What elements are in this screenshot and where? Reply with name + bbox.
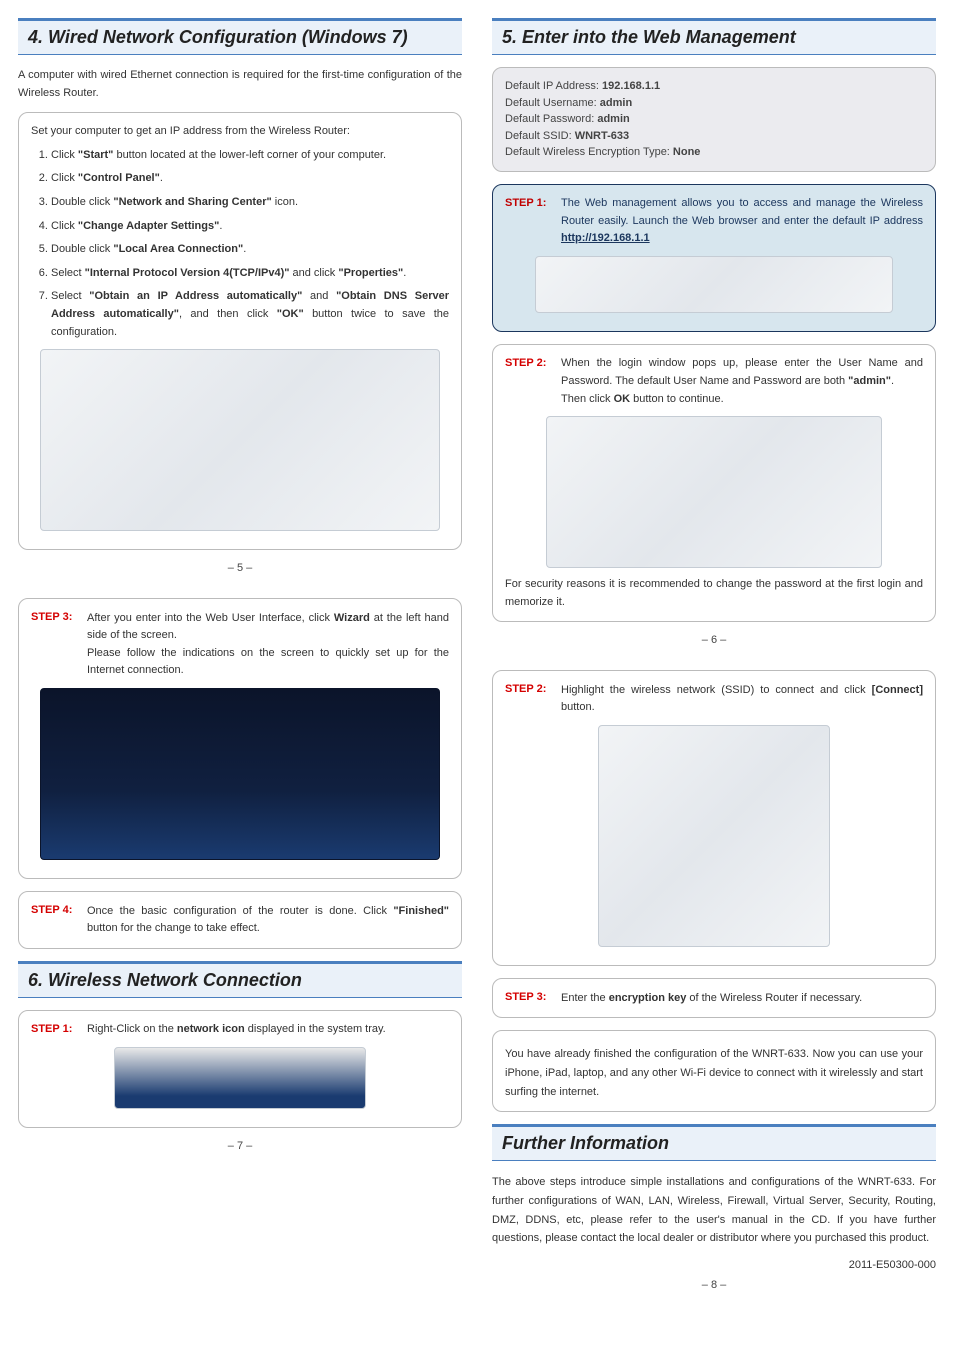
page-number-5: – 5 –	[18, 562, 462, 574]
security-note: For security reasons it is recommended t…	[505, 576, 923, 611]
page-number-7: – 7 –	[18, 1140, 462, 1152]
section-4-steps-box: Set your computer to get an IP address f…	[18, 112, 462, 550]
web-step-2-body: When the login window pops up, please en…	[505, 355, 923, 408]
section-5-heading: 5. Enter into the Web Management	[492, 18, 936, 55]
part-number: 2011-E50300-000	[492, 1259, 936, 1271]
step-4-body: Once the basic configuration of the rout…	[31, 903, 449, 938]
section-4-heading: 4. Wired Network Configuration (Windows …	[18, 18, 462, 55]
web-step-1-body: The Web management allows you to access …	[505, 195, 923, 248]
step-3-body: After you enter into the Web User Interf…	[31, 610, 449, 680]
web-step2-box: STEP 2: When the login window pops up, p…	[492, 344, 936, 623]
step-1: Click "Start" button located at the lowe…	[51, 147, 449, 165]
web-step-2-label: STEP 2:	[505, 357, 546, 369]
web-step-1-label: STEP 1:	[505, 197, 546, 209]
step-7: Select "Obtain an IP Address automatical…	[51, 288, 449, 341]
step-4-label: STEP 4:	[31, 904, 72, 916]
defaults-box: Default IP Address: 192.168.1.1 Default …	[492, 67, 936, 172]
wireless-step2-box: STEP 2: Highlight the wireless network (…	[492, 670, 936, 966]
wireless-step1-box: STEP 1: Right-Click on the network icon …	[18, 1010, 462, 1128]
step-2: Click "Control Panel".	[51, 170, 449, 188]
web-step3-box: STEP 3: After you enter into the Web Use…	[18, 598, 462, 879]
wireless-step-2-label: STEP 2:	[505, 683, 546, 695]
page-number-6: – 6 –	[492, 634, 936, 646]
step-3-label: STEP 3:	[31, 611, 72, 623]
step-5: Double click "Local Area Connection".	[51, 241, 449, 259]
closing-box: You have already finished the configurat…	[492, 1030, 936, 1112]
wifi-list-screenshot	[598, 725, 830, 947]
section-4-intro: A computer with wired Ethernet connectio…	[18, 67, 462, 102]
wireless-step-3-body: Enter the encryption key of the Wireless…	[505, 990, 923, 1008]
step-4: Click "Change Adapter Settings".	[51, 218, 449, 236]
closing-text: You have already finished the configurat…	[505, 1045, 923, 1101]
web-step4-box: STEP 4: Once the basic configuration of …	[18, 891, 462, 949]
web-step1-box: STEP 1: The Web management allows you to…	[492, 184, 936, 332]
wireless-step-1-label: STEP 1:	[31, 1023, 72, 1035]
further-info-heading: Further Information	[492, 1124, 936, 1161]
page-number-8: – 8 –	[492, 1279, 936, 1291]
section-6-heading: 6. Wireless Network Connection	[18, 961, 462, 998]
step-3: Double click "Network and Sharing Center…	[51, 194, 449, 212]
windows-steps-list: Click "Start" button located at the lowe…	[31, 147, 449, 341]
tcpip-dialogs-screenshot	[40, 349, 439, 531]
wireless-step3-box: STEP 3: Enter the encryption key of the …	[492, 978, 936, 1018]
further-info-body: The above steps introduce simple install…	[492, 1173, 936, 1248]
wireless-step-3-label: STEP 3:	[505, 991, 546, 1003]
default-ip-link: http://192.168.1.1	[561, 232, 650, 244]
wireless-step-2-body: Highlight the wireless network (SSID) to…	[505, 682, 923, 717]
box-lead-text: Set your computer to get an IP address f…	[31, 123, 449, 141]
wireless-step-1-body: Right-Click on the network icon displaye…	[31, 1021, 449, 1039]
system-tray-screenshot	[114, 1047, 367, 1109]
step-6: Select "Internal Protocol Version 4(TCP/…	[51, 265, 449, 283]
browser-address-bar-screenshot	[535, 256, 892, 313]
router-wizard-screenshot	[40, 688, 439, 860]
login-dialog-screenshot	[546, 416, 882, 568]
